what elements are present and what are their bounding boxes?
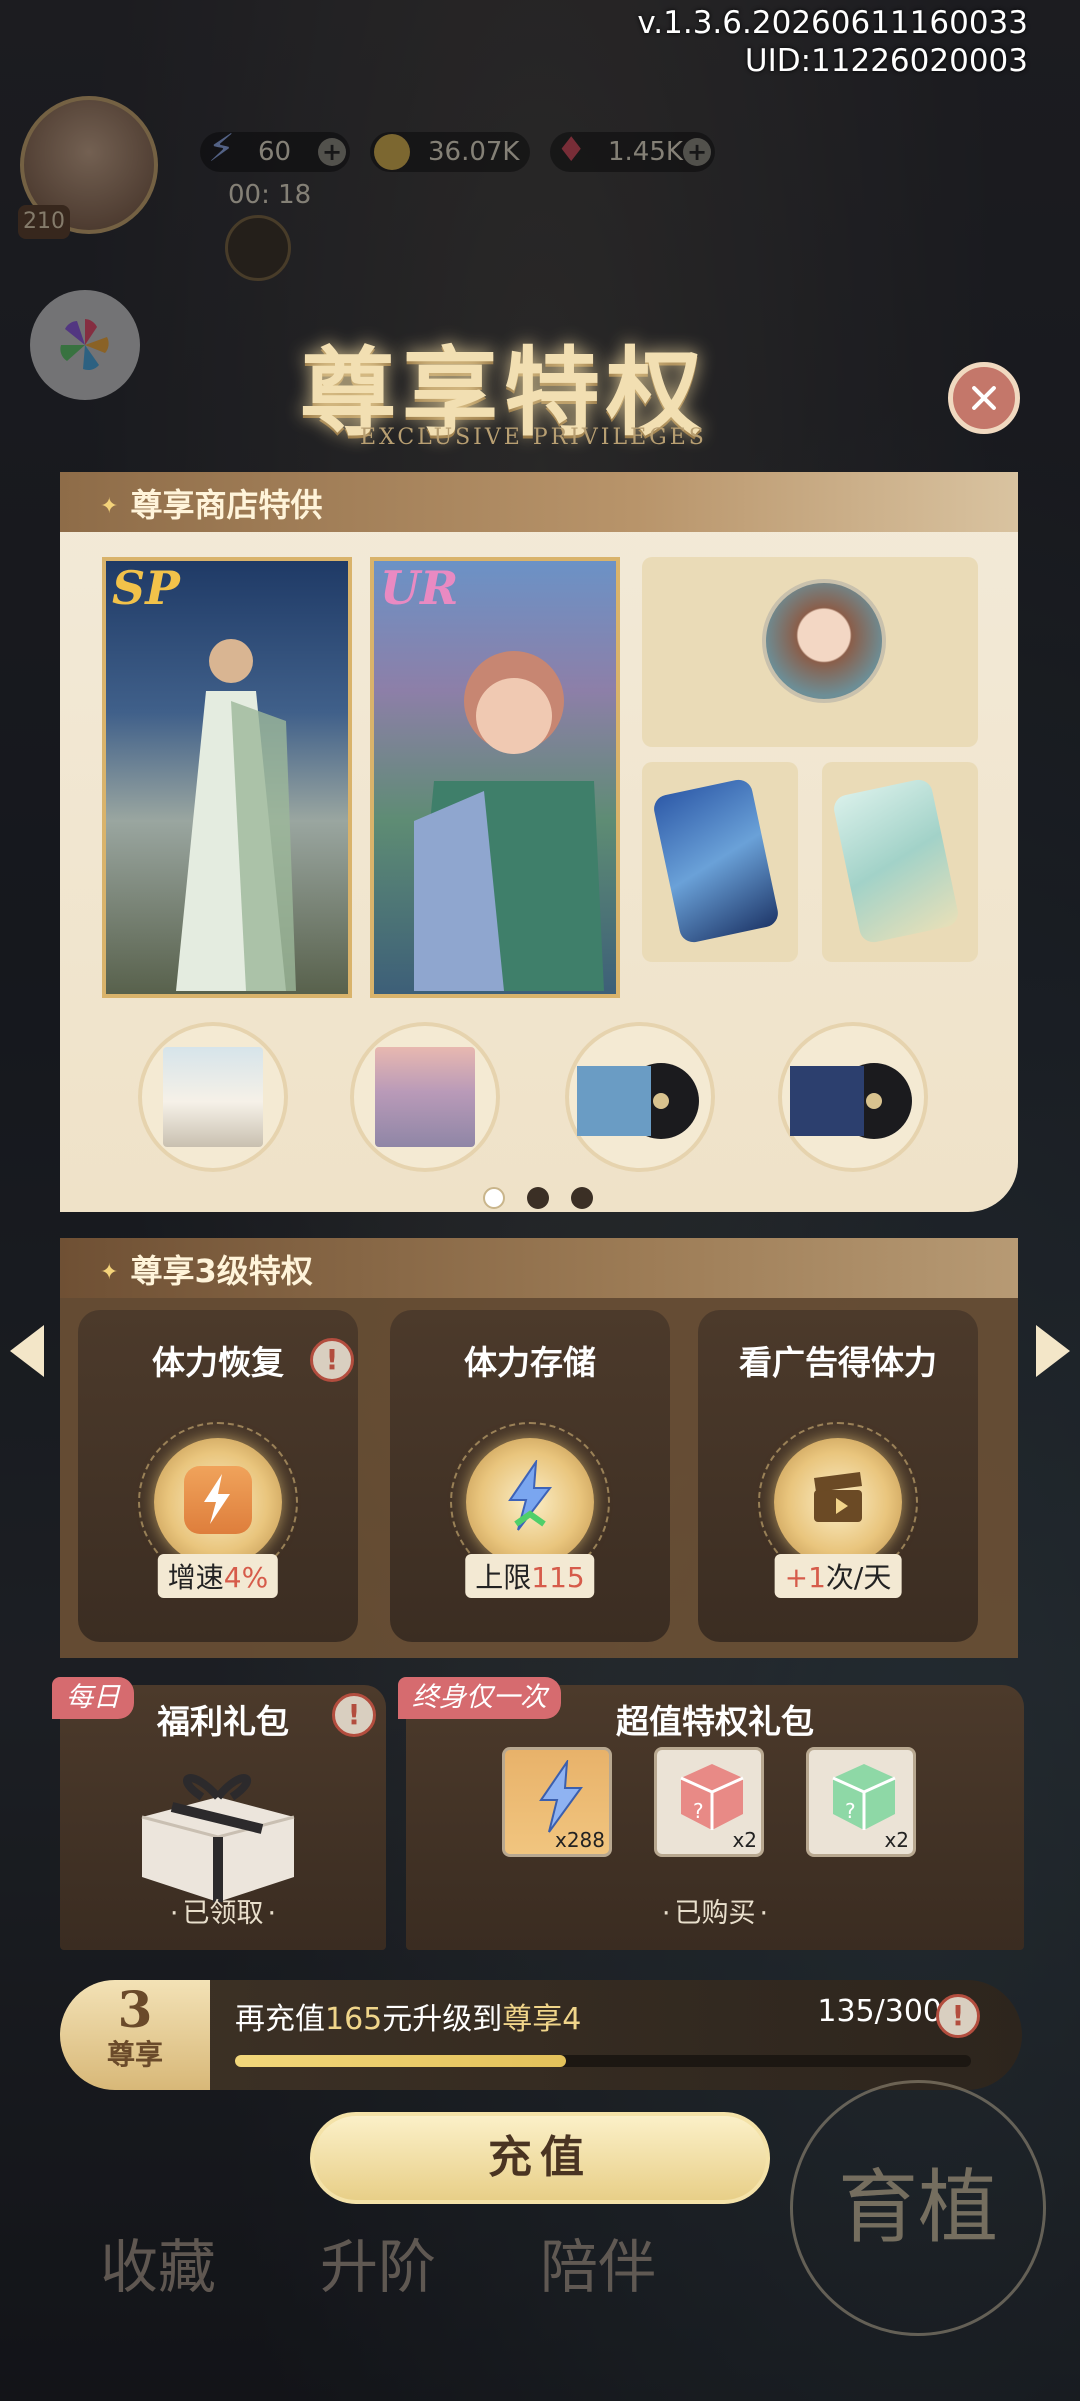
page-dot-1[interactable] [483,1187,505,1209]
shop-section-title: 尊享商店特供 [100,480,322,526]
vip-progress-bar: 3 尊享 再充值165元升级到尊享4 135/300 ! [60,1980,1022,2090]
value-gift-title: 超值特权礼包 [616,1702,814,1741]
daily-gift-panel[interactable]: 每日 福利礼包 ! 已领取 [52,1677,386,1950]
scene-castle-image [375,1047,475,1147]
photo-card-blue-image [651,777,781,945]
reward-stamina[interactable]: x288 [502,1747,612,1857]
stamina-bolt-icon [539,1760,583,1833]
gift-box-icon [141,1774,295,1902]
ur-card[interactable]: UR [370,557,620,998]
shop-panel: 尊享商店特供 SP UR [60,472,1018,1212]
photo-card-item-mint[interactable] [822,762,978,962]
page-dot-2[interactable] [527,1187,549,1209]
privilege-stamina-recovery[interactable]: 体力恢复 ! 增速4% [78,1310,358,1642]
sp-character-illustration [176,639,296,991]
scene-hall-image [163,1047,263,1147]
version-info: v.1.3.6.20260611160033 UID:11226020003 [637,4,1028,80]
reward-count: x288 [554,1828,605,1852]
scene-item-2[interactable] [350,1022,500,1172]
privilege-section-title: 尊享3级特权 [100,1246,312,1292]
privilege-label: 看广告得体力 [739,1343,937,1382]
photo-card-mint-image [831,777,961,945]
modal-subtitle: EXCLUSIVE PRIVILEGES [360,425,707,450]
value-gift-status: 已购买 [406,1891,1024,1930]
privilege-stamina-storage[interactable]: 体力存储 上限115 [390,1310,670,1642]
scene-item-1[interactable] [138,1022,288,1172]
version-label: v.1.3.6.20260611160033 [637,5,1028,41]
progress-fill [235,2055,567,2067]
privilege-panel: 尊享3级特权 体力恢复 ! 增速4% 体力存储 上限115 看广告得体力 [60,1238,1018,1658]
close-button[interactable] [948,362,1020,434]
privilege-medal [774,1438,902,1566]
vip-level-badge: 3 尊享 [60,1980,210,2090]
reward-count: x2 [732,1828,757,1852]
upgrade-hint: 再充值165元升级到尊享4 [235,2002,582,2037]
stamina-storage-bolt-icon [508,1460,553,1531]
progress-track [235,2055,971,2067]
privilege-ad-stamina[interactable]: 看广告得体力 +1次/天 [698,1310,978,1642]
privilege-value: +1次/天 [774,1554,902,1598]
nav-upgrade[interactable]: 升阶 [320,2220,436,2304]
shop-header: 尊享商店特供 [60,472,1018,532]
privilege-medal [466,1438,594,1566]
privilege-label: 体力存储 [464,1343,596,1382]
svg-text:?: ? [693,1799,704,1823]
info-alert-icon[interactable]: ! [332,1693,376,1737]
vinyl-record-icon [577,1063,699,1139]
badge-item[interactable] [642,557,978,747]
ur-character-illustration [414,651,604,991]
info-alert-icon[interactable]: ! [936,1994,980,2038]
music-item-2[interactable] [778,1022,928,1172]
previous-arrow-icon[interactable] [10,1325,44,1377]
green-mystery-dice-icon: ? [832,1764,896,1830]
recharge-button[interactable]: 充值 [310,2112,770,2204]
page-dot-3[interactable] [571,1187,593,1209]
music-item-1[interactable] [565,1022,715,1172]
privilege-medal [154,1438,282,1566]
chibi-badge-image [762,579,886,703]
photo-card-item-blue[interactable] [642,762,798,962]
next-arrow-icon[interactable] [1036,1325,1070,1377]
vip-level-label: 尊享 [106,2038,163,2071]
privilege-header: 尊享3级特权 [60,1238,1018,1298]
carousel-pagination [483,1187,615,1212]
daily-gift-status: 已领取 [60,1891,386,1930]
stamina-speedup-icon [184,1466,252,1534]
svg-text:?: ? [845,1799,856,1823]
reward-red-dice[interactable]: ? x2 [654,1747,764,1857]
sp-rarity-label: SP [112,561,180,615]
progress-count: 135/300 [817,1994,942,2029]
nav-companion[interactable]: 陪伴 [540,2220,656,2304]
reward-green-dice[interactable]: ? x2 [806,1747,916,1857]
value-gift-panel[interactable]: 终身仅一次 超值特权礼包 x288 ? x2 ? x2 已购买 [398,1677,1024,1950]
reward-count: x2 [884,1828,909,1852]
sp-card[interactable]: SP [102,557,352,998]
clapperboard-icon [814,1472,862,1522]
uid-label: UID:11226020003 [744,43,1028,79]
vip-level-number: 3 [117,1980,153,2039]
privilege-value: 上限115 [465,1554,595,1598]
privilege-value: 增速4% [157,1554,279,1598]
nav-collection[interactable]: 收藏 [100,2220,216,2304]
info-alert-icon[interactable]: ! [310,1338,354,1382]
nav-nurture[interactable]: 育植 [790,2080,1046,2336]
red-mystery-dice-icon: ? [680,1764,744,1830]
vinyl-record-icon [790,1063,912,1139]
